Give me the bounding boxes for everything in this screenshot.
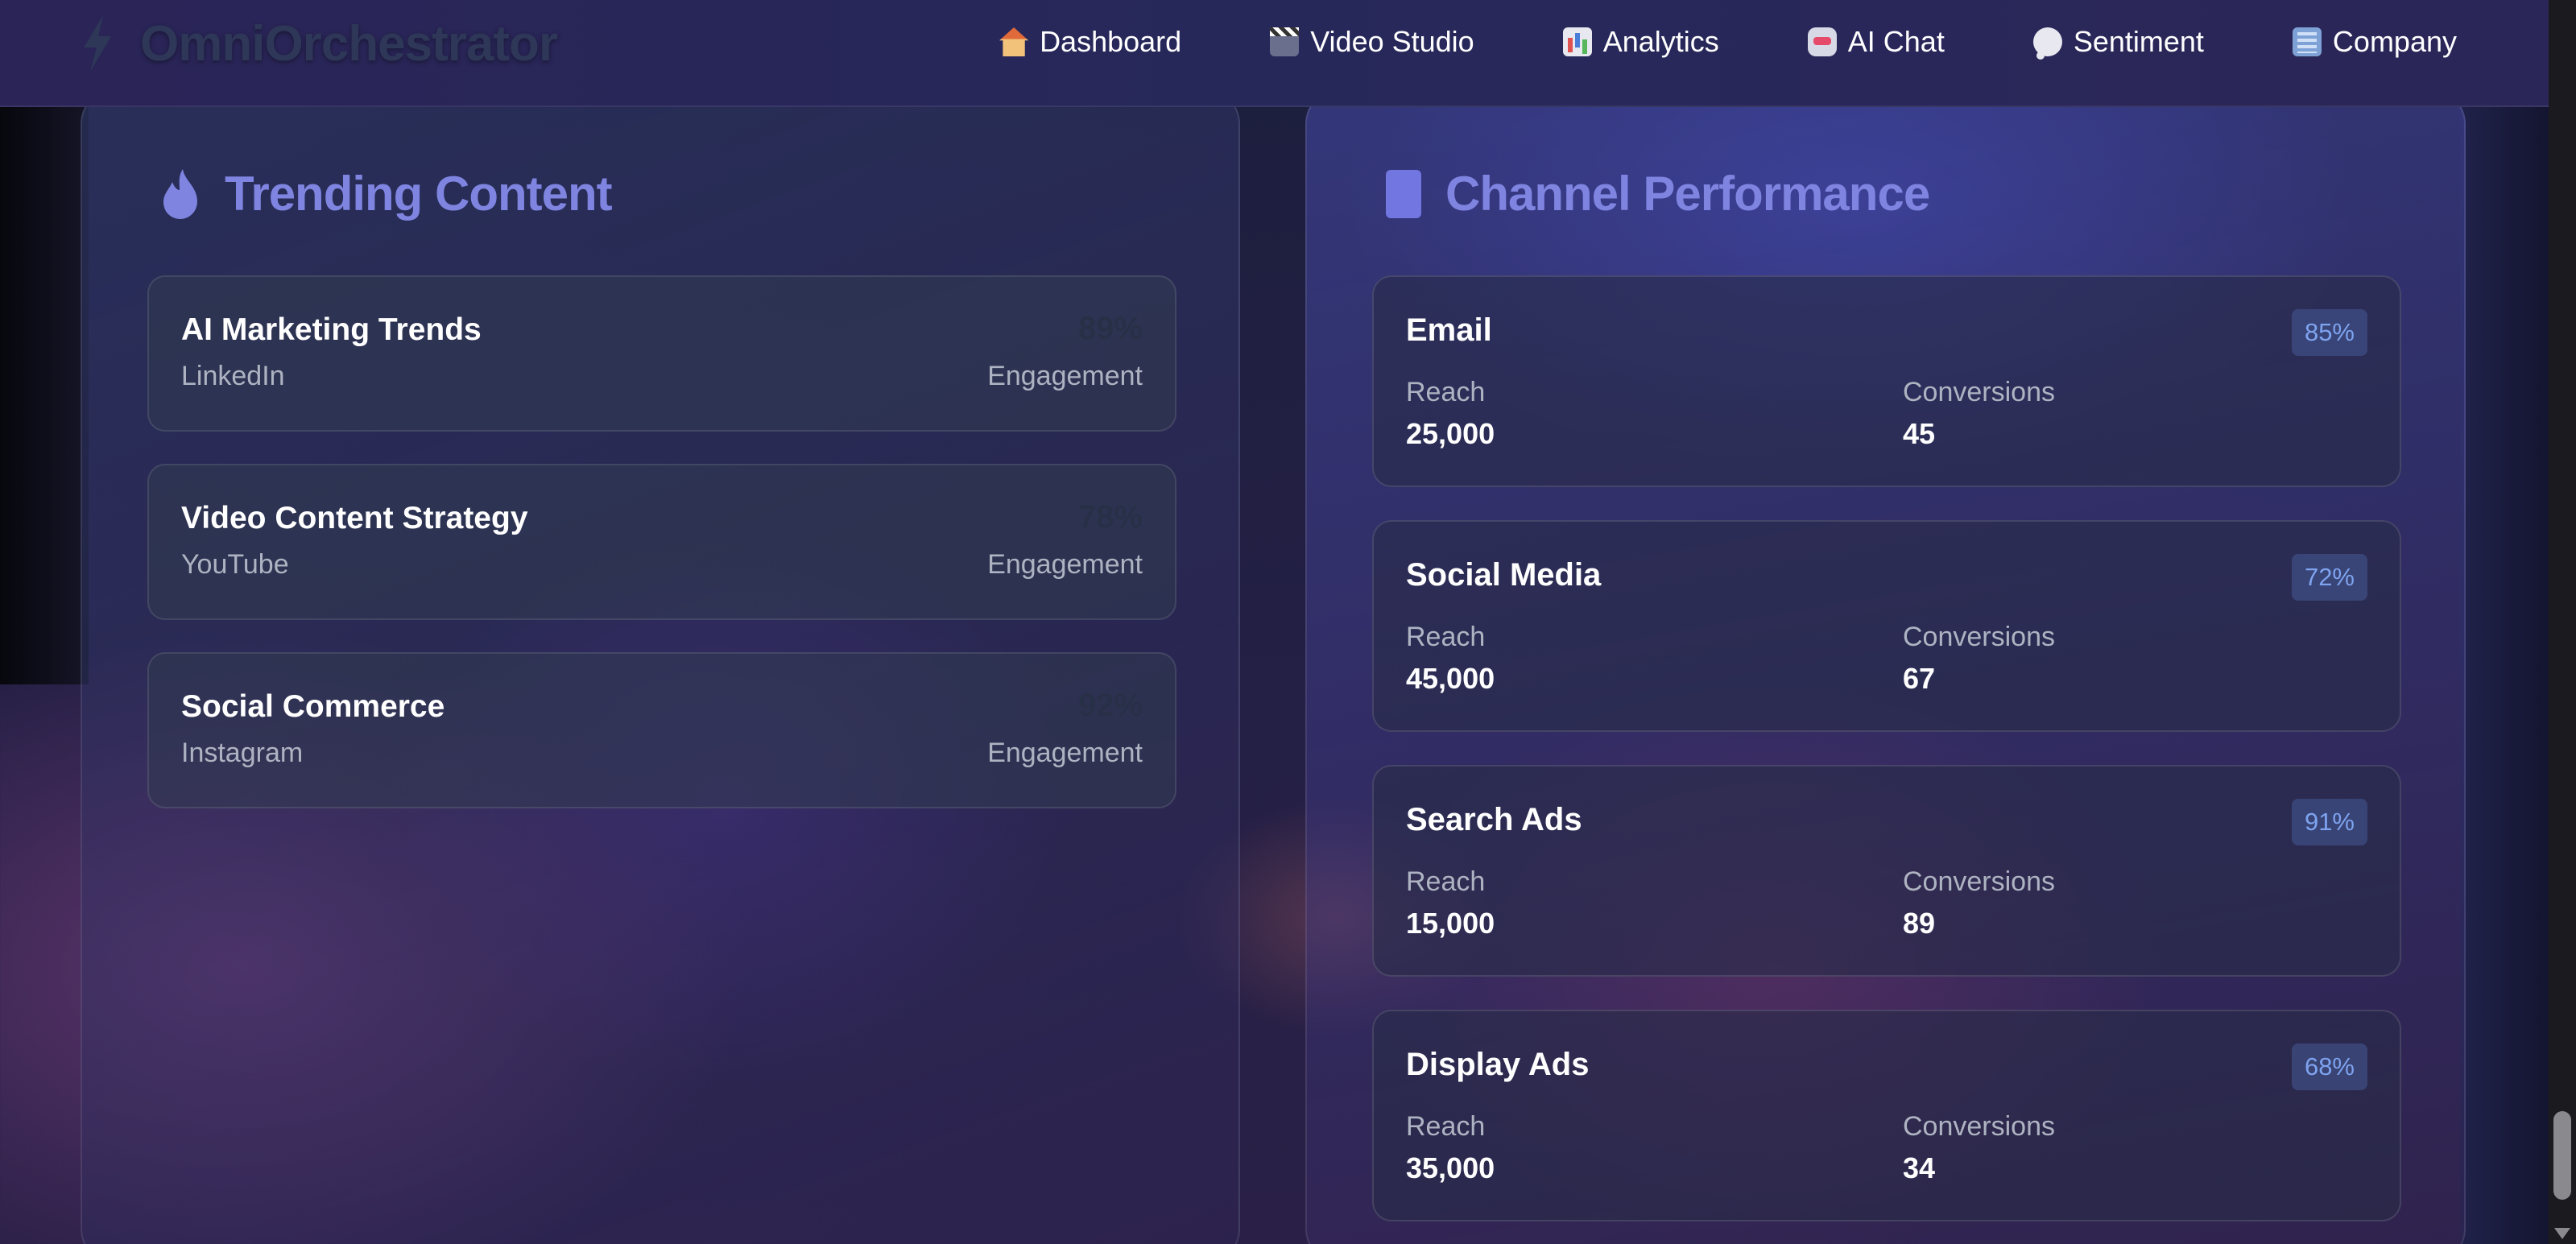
channel-score-badge: 68%	[2291, 1044, 2367, 1090]
conversions-label: Conversions	[1903, 377, 2055, 407]
reach-label: Reach	[1406, 1111, 1486, 1142]
app-logo[interactable]: OmniOrchestrator	[79, 11, 558, 76]
nav-video-studio[interactable]: Video Studio	[1270, 25, 1474, 59]
trending-item-platform: LinkedIn	[181, 361, 285, 391]
channel-score-badge: 91%	[2291, 799, 2367, 845]
conversions-label: Conversions	[1903, 622, 2055, 652]
bar-icon	[1386, 169, 1421, 218]
scroll-down-arrow-icon[interactable]	[2554, 1228, 2570, 1239]
conversions-value: 89	[1903, 907, 1936, 940]
trending-item-metric-label: Engagement	[987, 361, 1143, 391]
nav-company[interactable]: Company	[2292, 25, 2457, 59]
app-name: OmniOrchestrator	[140, 15, 558, 72]
channel-name: Email	[1406, 312, 1492, 348]
speech-bubble-icon	[2032, 27, 2062, 60]
clapperboard-icon	[1270, 27, 1300, 56]
channel-score-badge: 72%	[2291, 554, 2367, 601]
conversions-value: 67	[1903, 662, 1936, 695]
nav-label: Company	[2332, 25, 2457, 58]
office-building-icon	[2292, 27, 2322, 56]
flame-icon	[163, 168, 197, 219]
background-shade-left	[0, 105, 89, 684]
trending-item-title: Social Commerce	[181, 689, 445, 724]
nav-label: Sentiment	[2073, 25, 2204, 58]
channel-card[interactable]: Social Media 72% Reach 45,000 Conversion…	[1372, 520, 2401, 732]
background-shade-right	[2460, 105, 2549, 1244]
nav-analytics[interactable]: Analytics	[1562, 25, 1719, 59]
bar-chart-icon	[1562, 27, 1592, 56]
trending-item-engagement: 92%	[1077, 688, 1143, 723]
channel-name: Search Ads	[1406, 802, 1582, 837]
conversions-label: Conversions	[1903, 1111, 2055, 1142]
channel-card[interactable]: Search Ads 91% Reach 15,000 Conversions …	[1372, 765, 2401, 977]
nav-ai-chat[interactable]: AI Chat	[1807, 25, 1945, 59]
panel-title: Trending Content	[160, 166, 613, 221]
reach-label: Reach	[1406, 377, 1486, 407]
trending-item-engagement: 78%	[1077, 499, 1143, 535]
scrollbar-thumb[interactable]	[2553, 1111, 2571, 1200]
trending-item-engagement: 89%	[1077, 311, 1143, 346]
nav-dashboard[interactable]: Dashboard	[999, 25, 1181, 59]
reach-label: Reach	[1406, 622, 1486, 652]
trending-item[interactable]: Social Commerce Instagram 92% Engagement	[147, 652, 1176, 808]
channel-card[interactable]: Display Ads 68% Reach 35,000 Conversions…	[1372, 1010, 2401, 1221]
trending-item-platform: YouTube	[181, 549, 289, 580]
trending-item-title: Video Content Strategy	[181, 501, 528, 535]
nav-label: Video Studio	[1310, 25, 1474, 58]
conversions-label: Conversions	[1903, 866, 2055, 897]
trending-item[interactable]: AI Marketing Trends LinkedIn 89% Engagem…	[147, 275, 1176, 432]
reach-label: Reach	[1406, 866, 1486, 897]
nav-label: Dashboard	[1040, 25, 1182, 58]
nav-sentiment[interactable]: Sentiment	[2032, 25, 2204, 60]
trending-item-metric-label: Engagement	[987, 738, 1143, 768]
lightning-icon	[84, 15, 111, 72]
robot-icon	[1807, 27, 1837, 56]
channel-card[interactable]: Email 85% Reach 25,000 Conversions 45	[1372, 275, 2401, 487]
channel-performance-panel: Channel Performance Email 85% Reach 25,0…	[1305, 89, 2466, 1244]
nav-label: Analytics	[1602, 25, 1719, 58]
channel-score-badge: 85%	[2291, 309, 2367, 356]
nav-links: Dashboard Video Studio Analytics AI Chat…	[999, 21, 2457, 63]
top-navbar: OmniOrchestrator Dashboard Video Studio …	[0, 0, 2549, 107]
nav-label: AI Chat	[1847, 25, 1945, 58]
house-icon	[999, 27, 1029, 56]
conversions-value: 34	[1903, 1151, 1936, 1184]
reach-value: 45,000	[1406, 662, 1495, 695]
reach-value: 25,000	[1406, 417, 1495, 450]
channel-name: Social Media	[1406, 557, 1602, 593]
reach-value: 35,000	[1406, 1151, 1495, 1184]
reach-value: 15,000	[1406, 907, 1495, 940]
page-scrollbar[interactable]	[2549, 0, 2576, 1244]
trending-content-panel: Trending Content AI Marketing Trends Lin…	[81, 89, 1240, 1244]
trending-item[interactable]: Video Content Strategy YouTube 78% Engag…	[147, 464, 1176, 620]
channel-name: Display Ads	[1406, 1047, 1590, 1082]
conversions-value: 45	[1903, 417, 1936, 450]
trending-item-platform: Instagram	[181, 738, 304, 768]
trending-item-metric-label: Engagement	[987, 549, 1143, 580]
trending-item-title: AI Marketing Trends	[181, 312, 482, 347]
panel-title: Channel Performance	[1386, 166, 1930, 221]
